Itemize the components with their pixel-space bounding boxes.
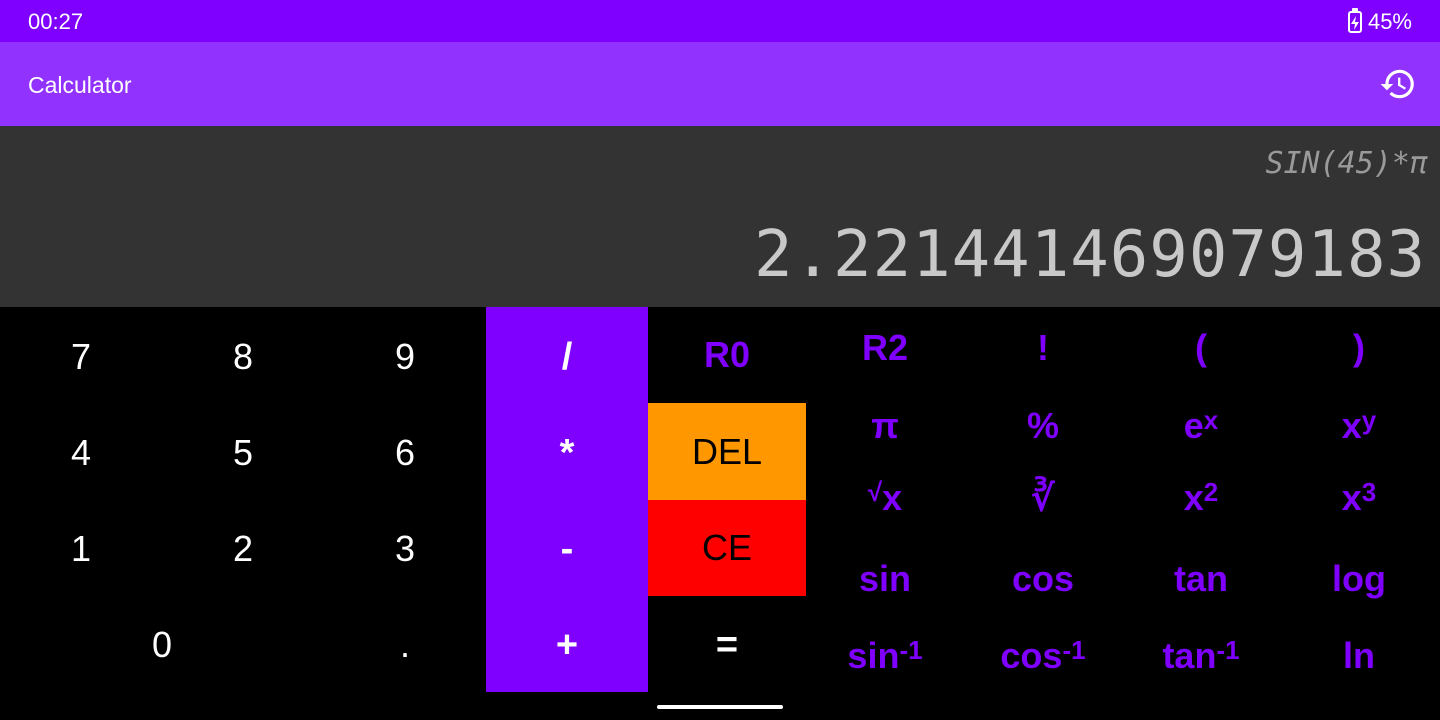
key-exp-sup: x xyxy=(1203,404,1219,435)
status-battery: 45% xyxy=(1347,8,1412,35)
key-decimal[interactable]: . xyxy=(324,597,486,693)
key-percent[interactable]: % xyxy=(964,387,1122,465)
battery-percent: 45% xyxy=(1367,9,1412,34)
key-exp[interactable]: ex xyxy=(1122,387,1280,465)
status-time: 00:27 xyxy=(28,9,84,34)
key-tan[interactable]: tan xyxy=(1122,540,1280,618)
key-power-sup: y xyxy=(1361,404,1377,435)
key-r2[interactable]: R2 xyxy=(806,309,964,387)
key-clear-entry[interactable]: CE xyxy=(648,500,806,596)
key-atan-sup: -1 xyxy=(1216,634,1240,665)
key-acos[interactable]: cos -1 xyxy=(964,617,1122,695)
key-3[interactable]: 3 xyxy=(324,501,486,597)
keypad: 7 8 9 4 5 6 1 2 3 0 . / * - + R0 DEL CE … xyxy=(0,307,1440,720)
result-text: 2.221441469079183 xyxy=(753,218,1426,292)
key-divide[interactable]: / xyxy=(486,309,648,405)
key-4[interactable]: 4 xyxy=(0,405,162,501)
key-power[interactable]: xy xyxy=(1280,387,1438,465)
calculator-display: SIN(45)*π 2.221441469079183 xyxy=(0,126,1440,307)
key-7[interactable]: 7 xyxy=(0,309,162,405)
key-square-sup: 2 xyxy=(1203,476,1219,507)
expression-text: SIN(45)*π xyxy=(1265,146,1428,181)
key-equals[interactable]: = xyxy=(648,597,806,693)
key-delete[interactable]: DEL xyxy=(648,403,806,500)
key-factorial[interactable]: ! xyxy=(964,309,1122,387)
status-bar: 00:27 45% xyxy=(0,0,1440,42)
navigation-handle[interactable] xyxy=(657,705,783,709)
key-cube[interactable]: x3 xyxy=(1280,459,1438,537)
key-acos-label: cos xyxy=(1000,635,1063,676)
key-ln[interactable]: ln xyxy=(1280,617,1438,695)
key-r0[interactable]: R0 xyxy=(648,307,806,403)
key-pi[interactable]: π xyxy=(806,387,964,465)
key-2[interactable]: 2 xyxy=(162,501,324,597)
history-button[interactable] xyxy=(1378,64,1418,104)
key-cos[interactable]: cos xyxy=(964,540,1122,618)
key-cube-sup: 3 xyxy=(1361,476,1377,507)
key-8[interactable]: 8 xyxy=(162,309,324,405)
key-close-paren[interactable]: ) xyxy=(1280,309,1438,387)
key-square[interactable]: x2 xyxy=(1122,459,1280,537)
key-sin[interactable]: sin xyxy=(806,540,964,618)
key-asin-sup: -1 xyxy=(899,634,923,665)
key-atan[interactable]: tan -1 xyxy=(1122,617,1280,695)
key-asin-label: sin xyxy=(847,635,900,676)
key-0[interactable]: 0 xyxy=(0,597,324,693)
key-open-paren[interactable]: ( xyxy=(1122,309,1280,387)
key-9[interactable]: 9 xyxy=(324,309,486,405)
key-plus[interactable]: + xyxy=(486,597,648,693)
key-sqrt-radical: √ xyxy=(867,476,883,507)
key-exp-base: e xyxy=(1183,405,1204,446)
key-acos-sup: -1 xyxy=(1062,634,1086,665)
key-cube-base: x xyxy=(1341,477,1362,518)
key-cbrt[interactable]: ∛ xyxy=(964,459,1122,537)
history-icon xyxy=(1380,69,1414,99)
key-sqrt[interactable]: √ x xyxy=(806,459,964,537)
key-6[interactable]: 6 xyxy=(324,405,486,501)
app-bar: Calculator xyxy=(0,42,1440,126)
app-title: Calculator xyxy=(28,72,132,98)
key-log[interactable]: log xyxy=(1280,540,1438,618)
key-minus[interactable]: - xyxy=(486,501,648,597)
battery-charging-icon xyxy=(1347,8,1362,33)
key-asin[interactable]: sin -1 xyxy=(806,617,964,695)
key-multiply[interactable]: * xyxy=(486,405,648,501)
key-atan-label: tan xyxy=(1162,635,1217,676)
key-square-base: x xyxy=(1183,477,1204,518)
key-1[interactable]: 1 xyxy=(0,501,162,597)
key-power-base: x xyxy=(1341,405,1362,446)
key-sqrt-x: x xyxy=(882,477,903,518)
key-5[interactable]: 5 xyxy=(162,405,324,501)
